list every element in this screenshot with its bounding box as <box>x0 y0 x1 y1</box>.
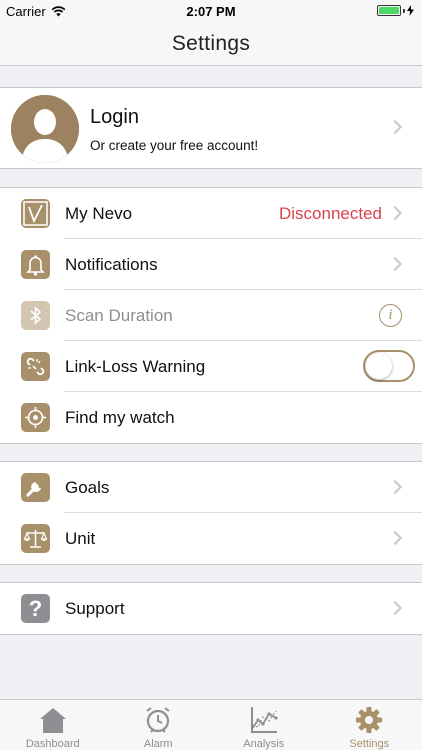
tab-label: Settings <box>349 738 390 750</box>
support-group: ? Support <box>0 582 422 635</box>
goals-label: Goals <box>65 477 110 497</box>
avatar <box>11 95 79 163</box>
bell-icon <box>21 250 50 279</box>
my-nevo-row[interactable]: My Nevo Disconnected <box>0 188 422 239</box>
unit-label: Unit <box>65 528 96 548</box>
notifications-label: Notifications <box>65 254 158 274</box>
info-icon[interactable]: i <box>379 304 402 327</box>
login-group: Login Or create your free account! <box>0 87 422 169</box>
chevron-right-icon <box>387 205 403 221</box>
wrench-icon <box>21 473 50 502</box>
user-silhouette-icon <box>11 95 79 163</box>
scan-duration-row[interactable]: Scan Duration i <box>0 290 422 341</box>
unit-row[interactable]: Unit <box>0 513 422 564</box>
bluetooth-icon <box>21 301 50 330</box>
link-loss-row: Link-Loss Warning <box>0 341 422 392</box>
my-nevo-label: My Nevo <box>65 203 133 223</box>
tab-dashboard[interactable]: Dashboard <box>0 700 106 750</box>
chevron-right-icon <box>387 479 403 495</box>
page-title: Settings <box>171 31 251 55</box>
broken-link-icon <box>21 352 50 381</box>
tab-alarm[interactable]: Alarm <box>106 700 212 750</box>
chevron-right-icon <box>387 600 403 616</box>
support-row[interactable]: ? Support <box>0 583 422 634</box>
tab-bar: Dashboard Alarm Analysis Settings <box>0 699 422 750</box>
question-glyph: ? <box>28 595 43 621</box>
link-loss-toggle[interactable] <box>363 350 415 382</box>
scale-icon <box>21 524 50 553</box>
gear-icon <box>354 705 384 735</box>
navigation-bar: Settings <box>0 22 422 66</box>
home-icon <box>38 705 68 735</box>
clock: 2:07 PM <box>186 4 236 19</box>
login-title: Login <box>90 106 139 128</box>
connection-status: Disconnected <box>278 203 382 223</box>
tab-settings[interactable]: Settings <box>317 700 422 750</box>
alarm-clock-icon <box>143 705 173 735</box>
preferences-group: Goals Unit <box>0 461 422 565</box>
goals-row[interactable]: Goals <box>0 462 422 513</box>
tab-label: Analysis <box>243 738 285 750</box>
tab-label: Alarm <box>143 738 173 750</box>
tab-analysis[interactable]: Analysis <box>211 700 317 750</box>
nevo-logo-icon <box>21 199 50 228</box>
crosshair-icon <box>21 403 50 432</box>
chart-icon <box>249 705 279 735</box>
link-loss-label: Link-Loss Warning <box>65 356 206 376</box>
question-icon: ? <box>21 594 50 623</box>
chevron-right-icon <box>387 530 403 546</box>
toggle-knob <box>366 353 392 379</box>
tab-label: Dashboard <box>25 738 80 750</box>
find-watch-row[interactable]: Find my watch <box>0 392 422 443</box>
notifications-row[interactable]: Notifications <box>0 239 422 290</box>
charging-bolt-icon <box>407 5 414 16</box>
login-subtitle: Or create your free account! <box>90 138 259 153</box>
support-label: Support <box>65 598 125 618</box>
chevron-right-icon <box>387 256 403 272</box>
find-watch-label: Find my watch <box>65 407 175 427</box>
chevron-right-icon <box>387 119 403 135</box>
status-bar: Carrier 2:07 PM <box>0 0 422 22</box>
login-row[interactable]: Login Or create your free account! <box>0 88 422 168</box>
device-settings-group: My Nevo Disconnected Notifications Scan … <box>0 187 422 444</box>
scan-duration-label: Scan Duration <box>65 305 173 325</box>
battery-icon <box>377 5 414 16</box>
